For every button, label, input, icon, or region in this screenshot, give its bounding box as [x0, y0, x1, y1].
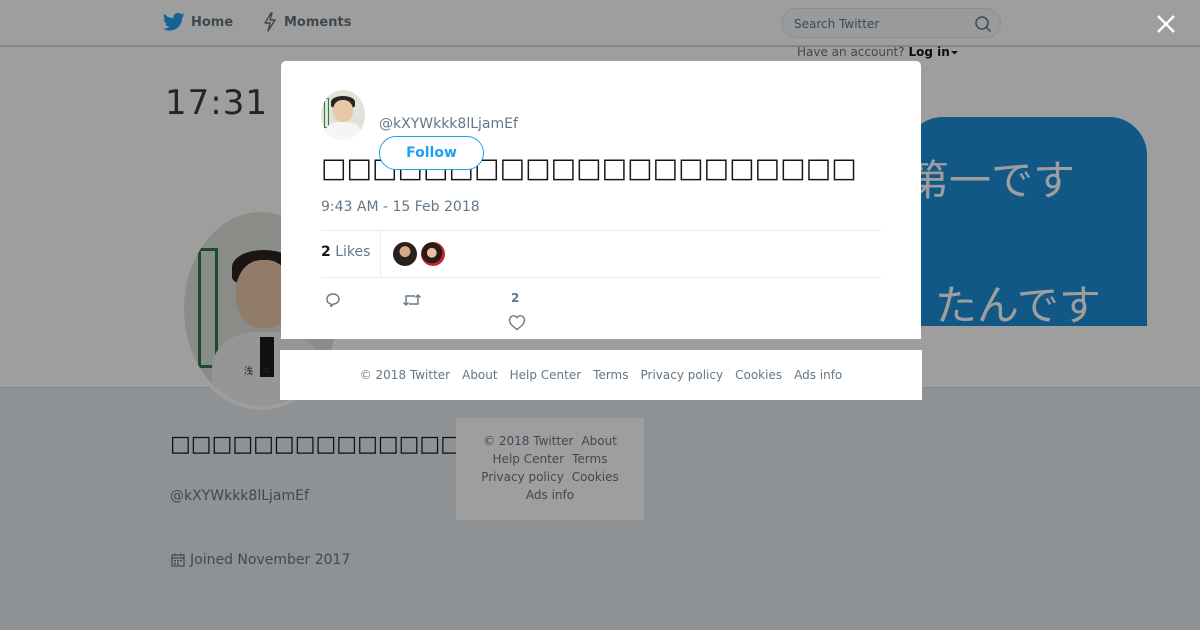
- reply-icon[interactable]: [324, 291, 342, 309]
- likes-label: Likes: [335, 244, 371, 260]
- modal-footer-ads-link[interactable]: Ads info: [794, 368, 842, 382]
- tweet-avatar-frame: [324, 98, 329, 128]
- close-icon[interactable]: [1155, 13, 1177, 35]
- heart-icon[interactable]: [508, 314, 526, 331]
- retweet-icon[interactable]: [402, 291, 422, 309]
- tweet-avatar-face: [333, 100, 353, 122]
- likes-count: 2: [321, 244, 331, 260]
- modal-footer-terms-link[interactable]: Terms: [593, 368, 628, 382]
- modal-footer-about-link[interactable]: About: [462, 368, 497, 382]
- modal-footer-cookies-link[interactable]: Cookies: [735, 368, 782, 382]
- tweet-timestamp[interactable]: 9:43 AM - 15 Feb 2018: [321, 199, 480, 215]
- follow-button[interactable]: Follow: [379, 136, 484, 170]
- tweet-stats: 2 Likes: [321, 230, 881, 278]
- likes-stat[interactable]: 2 Likes: [321, 244, 370, 260]
- modal-footer-help-link[interactable]: Help Center: [510, 368, 582, 382]
- tweet-actions: 2: [321, 289, 881, 333]
- tweet-author-avatar[interactable]: [321, 90, 365, 140]
- modal-footer-copyright: © 2018 Twitter: [359, 368, 451, 382]
- modal-footer: © 2018 Twitter About Help Center Terms P…: [280, 350, 922, 400]
- modal-footer-privacy-link[interactable]: Privacy policy: [641, 368, 724, 382]
- tweet-author-handle[interactable]: @kXYWkkk8lLjamEf: [379, 116, 518, 132]
- tweet-modal: @kXYWkkk8lLjamEf □□□□□□□□□□□□□□□□□□□□□ F…: [281, 61, 921, 339]
- like-action-count: 2: [511, 291, 520, 305]
- tweet-avatar-coat: [326, 122, 360, 140]
- stats-divider: [380, 231, 381, 277]
- liker-avatar[interactable]: [393, 242, 417, 266]
- liker-avatar[interactable]: [421, 242, 445, 266]
